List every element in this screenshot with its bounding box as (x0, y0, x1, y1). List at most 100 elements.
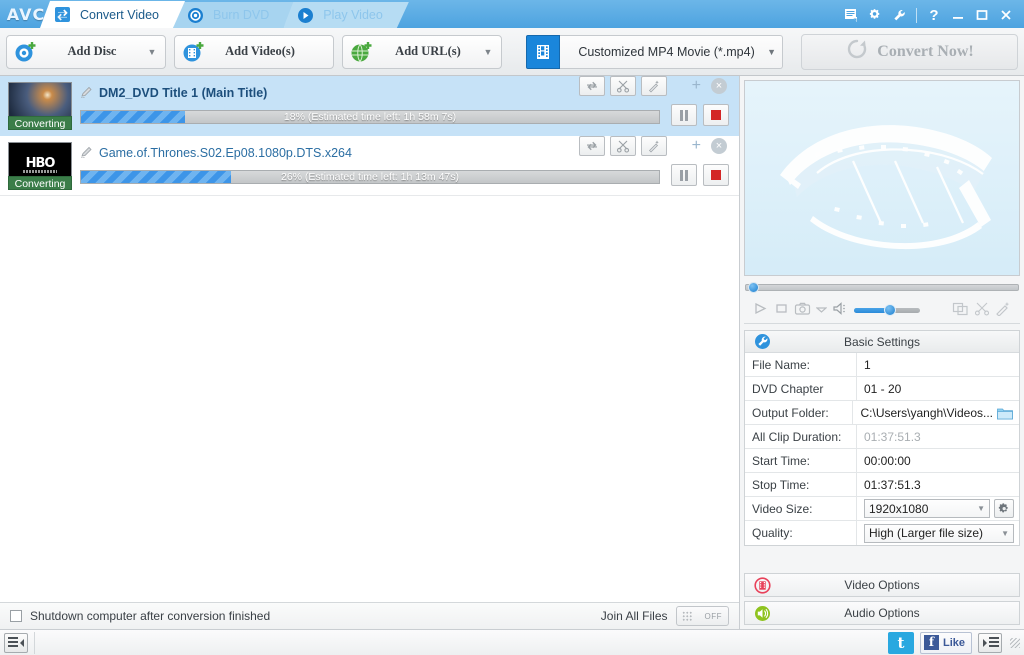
gear-icon[interactable] (994, 499, 1014, 518)
preview-settings-panel: Basic Settings File Name: 1 DVD Chapter … (740, 76, 1024, 629)
seek-track (745, 284, 1019, 291)
video-size-dropdown[interactable]: 1920x1080 ▼ (864, 499, 990, 518)
chevron-down-icon: ▼ (1001, 528, 1009, 538)
setting-row-dvd-chapter: DVD Chapter 01 - 20 (745, 377, 1019, 401)
clip-duration-value: 01:37:51.3 (864, 429, 921, 444)
thumbnail-text: HBO (25, 156, 56, 171)
close-icon[interactable]: × (711, 138, 727, 154)
volume-icon[interactable] (832, 301, 849, 319)
video-preview[interactable] (744, 80, 1020, 276)
camera-icon[interactable] (794, 301, 811, 319)
add-urls-button[interactable]: Add URL(s) ▼ (342, 34, 502, 69)
stop-time-value[interactable]: 01:37:51.3 (857, 473, 1019, 496)
setting-row-start-time: Start Time: 00:00:00 (745, 449, 1019, 473)
profile-dropdown[interactable]: Customized MP4 Movie (*.mp4) ▼ (560, 34, 783, 69)
status-bar: t f Like (0, 629, 1024, 655)
play-icon (297, 7, 314, 24)
twitter-button[interactable]: t (887, 631, 914, 654)
panel-spacer (740, 546, 1024, 569)
gear-icon[interactable] (863, 5, 887, 25)
tab-burn-dvd[interactable]: Burn DVD (173, 2, 295, 28)
close-icon[interactable] (994, 5, 1018, 25)
globe-plus-icon (347, 39, 377, 65)
video-options-button[interactable]: Video Options (744, 573, 1020, 597)
output-profile-selector[interactable]: Customized MP4 Movie (*.mp4) ▼ (526, 34, 783, 69)
tab-convert-video[interactable]: Convert Video (40, 1, 185, 28)
chevron-left-icon (19, 638, 24, 647)
setting-key: Quality: (745, 521, 857, 545)
file-name-value[interactable]: 1 (857, 353, 1019, 376)
play-icon[interactable] (752, 301, 769, 319)
stop-button[interactable] (703, 104, 729, 126)
add-row-icon[interactable]: + (692, 137, 701, 155)
setting-row-file-name: File Name: 1 (745, 353, 1019, 377)
volume-handle[interactable] (884, 303, 896, 316)
stop-icon (711, 110, 721, 120)
join-all-files-label: Join All Files (600, 609, 668, 623)
convert-now-label: Convert Now! (877, 42, 974, 60)
scissors-icon[interactable] (610, 76, 636, 96)
clone-icon[interactable] (952, 301, 969, 319)
setting-row-quality: Quality: High (Larger file size) ▼ (745, 521, 1019, 545)
resize-grip[interactable] (1010, 637, 1020, 648)
close-icon[interactable]: × (711, 78, 727, 94)
wand-icon[interactable] (995, 301, 1012, 319)
output-folder-value: C:\Users\yangh\Videos... (860, 405, 993, 420)
audio-options-button[interactable]: Audio Options (744, 601, 1020, 625)
dvd-chapter-value[interactable]: 01 - 20 (857, 377, 1019, 400)
add-urls-label: Add URL(s) (395, 44, 461, 58)
row-tool-buttons (579, 76, 667, 96)
status-badge: Converting (8, 176, 72, 190)
expand-panel-icon[interactable] (978, 632, 1002, 653)
convert-now-button[interactable]: Convert Now! (801, 33, 1018, 70)
start-time-value[interactable]: 00:00:00 (857, 449, 1019, 472)
task-list: Converting DM2_DVD Title 1 (Main Title) (0, 76, 739, 603)
add-videos-button[interactable]: Add Video(s) (174, 34, 334, 69)
scissors-icon[interactable] (610, 136, 636, 156)
add-row-icon[interactable]: + (692, 77, 701, 95)
table-row[interactable]: Converting DM2_DVD Title 1 (Main Title) (0, 76, 739, 136)
convert-icon[interactable] (579, 136, 605, 156)
chevron-down-icon[interactable]: ▼ (767, 47, 776, 57)
chevron-down-icon[interactable]: ▼ (479, 47, 497, 57)
maximize-icon[interactable] (970, 5, 994, 25)
basic-settings-table: Basic Settings File Name: 1 DVD Chapter … (744, 330, 1020, 546)
title-bar: AVC Convert Video Burn DVD Play Video ? (0, 0, 1024, 28)
chevron-down-icon[interactable] (815, 303, 828, 317)
video-size-value: 1920x1080 (869, 501, 929, 516)
pause-button[interactable] (671, 104, 697, 126)
wand-icon[interactable] (641, 136, 667, 156)
row-tool-buttons (579, 136, 667, 156)
stop-button[interactable] (703, 164, 729, 186)
help-button[interactable]: ? (922, 5, 946, 25)
minimize-icon[interactable] (946, 5, 970, 25)
video-options-icon (745, 576, 779, 594)
seek-handle[interactable] (748, 282, 759, 293)
collapse-panel-icon[interactable] (4, 632, 28, 653)
scissors-icon[interactable] (974, 301, 990, 319)
wand-icon[interactable] (641, 76, 667, 96)
application-window: AVC Convert Video Burn DVD Play Video ? … (0, 0, 1024, 655)
seek-slider[interactable] (745, 282, 1019, 293)
audio-options-icon (745, 605, 779, 622)
list-icon[interactable] (839, 5, 863, 25)
folder-icon[interactable] (997, 406, 1013, 420)
table-row[interactable]: HBO Converting Game.of.Thrones.S02.Ep08.… (0, 136, 739, 196)
tab-play-video[interactable]: Play Video (283, 2, 409, 28)
volume-slider[interactable] (854, 303, 920, 316)
facebook-like-button[interactable]: f Like (919, 631, 972, 654)
edit-icon[interactable] (80, 145, 94, 162)
wrench-icon[interactable] (887, 5, 911, 25)
convert-icon[interactable] (579, 76, 605, 96)
quality-dropdown[interactable]: High (Larger file size) ▼ (864, 523, 1014, 543)
stop-icon[interactable] (774, 301, 789, 319)
edit-icon[interactable] (80, 85, 94, 102)
join-all-files-toggle[interactable]: OFF (675, 606, 729, 626)
status-badge: Converting (8, 116, 72, 130)
add-disc-button[interactable]: Add Disc ▼ (6, 34, 166, 69)
lines-icon (7, 636, 18, 649)
shutdown-checkbox[interactable] (10, 610, 22, 622)
pause-button[interactable] (671, 164, 697, 186)
chevron-down-icon[interactable]: ▼ (143, 47, 161, 57)
tab-label: Burn DVD (213, 8, 270, 22)
